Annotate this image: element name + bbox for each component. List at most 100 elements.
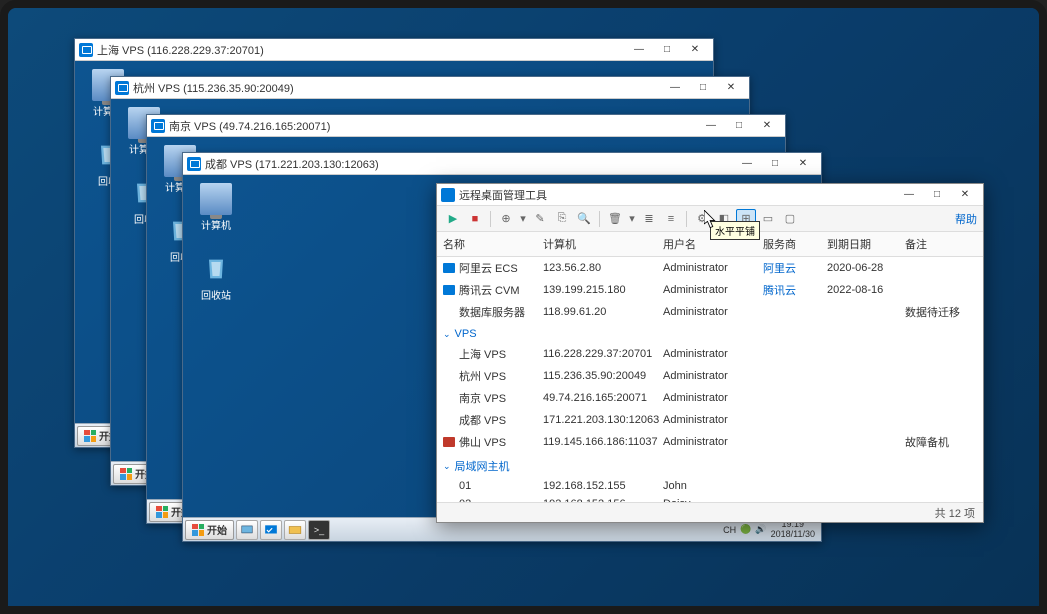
server-user: Administrator [663, 348, 763, 360]
close-button[interactable]: ✕ [681, 41, 709, 59]
server-row[interactable]: 01192.168.152.155John [437, 477, 983, 495]
movedown-button[interactable]: ≡ [661, 209, 681, 229]
task-item[interactable] [260, 520, 282, 540]
titlebar[interactable]: 南京 VPS (49.74.216.165:20071) — □ ✕ [147, 115, 785, 137]
app-icon [441, 188, 455, 202]
close-button[interactable]: ✕ [717, 79, 745, 97]
maximize-button[interactable]: □ [725, 117, 753, 135]
server-name: 成都 VPS [459, 412, 506, 428]
col-expiry[interactable]: 到期日期 [827, 236, 905, 252]
col-remark[interactable]: 备注 [905, 236, 975, 252]
rdp-icon [79, 43, 93, 57]
status-count: 共 12 项 [935, 505, 975, 521]
server-address: 119.145.166.186:11037 [543, 436, 663, 448]
provider-link[interactable]: 阿里云 [763, 263, 796, 275]
minimize-button[interactable]: — [625, 41, 653, 59]
tray-icon[interactable]: 🔊 [755, 524, 766, 535]
connect-button[interactable]: ▶ [443, 209, 463, 229]
server-name: 上海 VPS [459, 346, 506, 362]
icon-label: 计算机 [191, 217, 241, 232]
col-provider[interactable]: 服务商 [763, 236, 827, 252]
server-address: 192.168.152.155 [543, 480, 663, 492]
server-address: 123.56.2.80 [543, 262, 663, 274]
server-name: 南京 VPS [459, 390, 506, 406]
start-button[interactable]: 开始 [185, 520, 234, 540]
close-button[interactable]: ✕ [753, 117, 781, 135]
col-name[interactable]: 名称 [443, 236, 543, 252]
provider-link[interactable]: 腾讯云 [763, 285, 796, 297]
server-row[interactable]: 杭州 VPS115.236.35.90:20049Administrator [437, 365, 983, 387]
server-row[interactable]: 成都 VPS 171.221.203.130:12063Administrator [437, 409, 983, 431]
maximize-button[interactable]: □ [653, 41, 681, 59]
titlebar[interactable]: 上海 VPS (116.228.229.37:20701) — □ ✕ [75, 39, 713, 61]
maximize-button[interactable]: □ [761, 155, 789, 173]
edit-button[interactable]: ✎ [530, 209, 550, 229]
add-button[interactable]: ⊕ [496, 209, 516, 229]
server-address: 171.221.203.130:12063 [543, 414, 663, 426]
task-item[interactable] [284, 520, 306, 540]
monitor-icon [443, 263, 455, 273]
minimize-button[interactable]: — [697, 117, 725, 135]
tray-icon[interactable]: 🟢 [740, 524, 751, 535]
server-user: Administrator [663, 284, 763, 296]
server-list[interactable]: 阿里云 ECS123.56.2.80Administrator阿里云2020-0… [437, 257, 983, 502]
minimize-button[interactable]: — [895, 186, 923, 204]
maximize-button[interactable]: □ [689, 79, 717, 97]
restore-button[interactable]: ▢ [780, 209, 800, 229]
maximize-button[interactable]: □ [923, 186, 951, 204]
server-row[interactable]: 02192.168.152.156Daisy [437, 495, 983, 502]
dropdown-icon[interactable]: ▾ [627, 209, 637, 229]
task-item[interactable] [236, 520, 258, 540]
server-address: 118.99.61.20 [543, 306, 663, 318]
server-user: Administrator [663, 436, 763, 448]
close-button[interactable]: ✕ [789, 155, 817, 173]
close-button[interactable]: ✕ [951, 186, 979, 204]
titlebar[interactable]: 杭州 VPS (115.236.35.90:20049) — □ ✕ [111, 77, 749, 99]
rdp-icon [115, 81, 129, 95]
delete-button[interactable]: 🗑 [605, 209, 625, 229]
server-expiry: 2020-06-28 [827, 262, 905, 274]
monitor-icon [443, 285, 455, 295]
group-header[interactable]: ⌄局域网主机 [437, 453, 983, 477]
server-row[interactable]: 数据库服务器118.99.61.20Administrator数据待迁移 [437, 301, 983, 323]
window-title: 成都 VPS (171.221.203.130:12063) [205, 156, 733, 172]
rdp-icon [187, 157, 201, 171]
chevron-down-icon: ⌄ [443, 461, 451, 472]
settings-button[interactable]: ⚙ [692, 209, 712, 229]
server-row[interactable]: 佛山 VPS119.145.166.186:11037Administrator… [437, 431, 983, 453]
minimize-button[interactable]: — [733, 155, 761, 173]
titlebar[interactable]: 远程桌面管理工具 — □ ✕ [437, 184, 983, 206]
server-user: Administrator [663, 414, 763, 426]
help-link[interactable]: 帮助 [955, 211, 977, 227]
server-row[interactable]: 上海 VPS 116.228.229.37:20701Administrator [437, 343, 983, 365]
computer-icon[interactable]: 计算机 [191, 183, 241, 232]
server-row[interactable]: 腾讯云 CVM 139.199.215.180Administrator腾讯云 20… [437, 279, 983, 301]
server-address: 139.199.215.180 [543, 284, 663, 296]
titlebar[interactable]: 成都 VPS (171.221.203.130:12063) — □ ✕ [183, 153, 821, 175]
server-address: 116.228.229.37:20701 [543, 348, 663, 360]
server-user: Administrator [663, 306, 763, 318]
rdp-icon [151, 119, 165, 133]
col-computer[interactable]: 计算机 [543, 236, 663, 252]
dropdown-icon[interactable]: ▾ [518, 209, 528, 229]
server-row[interactable]: 阿里云 ECS123.56.2.80Administrator阿里云2020-0… [437, 257, 983, 279]
desktop: 上海 VPS (116.228.229.37:20701) — □ ✕ 计算机 … [8, 8, 1039, 606]
window-title: 杭州 VPS (115.236.35.90:20049) [133, 80, 661, 96]
server-name: 阿里云 ECS [459, 260, 518, 276]
server-name: 杭州 VPS [459, 368, 506, 384]
task-item-terminal[interactable]: >_ [308, 520, 330, 540]
server-row[interactable]: 南京 VPS49.74.216.165:20071Administrator [437, 387, 983, 409]
server-address: 49.74.216.165:20071 [543, 392, 663, 404]
server-expiry: 2022-08-16 [827, 284, 905, 296]
search-button[interactable]: 🔍 [574, 209, 594, 229]
status-bar: 共 12 项 [437, 502, 983, 522]
server-name: 腾讯云 CVM [459, 282, 520, 298]
moveup-button[interactable]: ≣ [639, 209, 659, 229]
tile-vertical-button[interactable]: ▭ [758, 209, 778, 229]
recycle-bin-icon[interactable]: 回收站 [191, 253, 241, 302]
minimize-button[interactable]: — [661, 79, 689, 97]
lang-indicator[interactable]: CH [723, 525, 736, 535]
copy-button[interactable]: ⎘ [552, 209, 572, 229]
disconnect-button[interactable]: ■ [465, 209, 485, 229]
group-header[interactable]: ⌄VPS [437, 323, 983, 343]
